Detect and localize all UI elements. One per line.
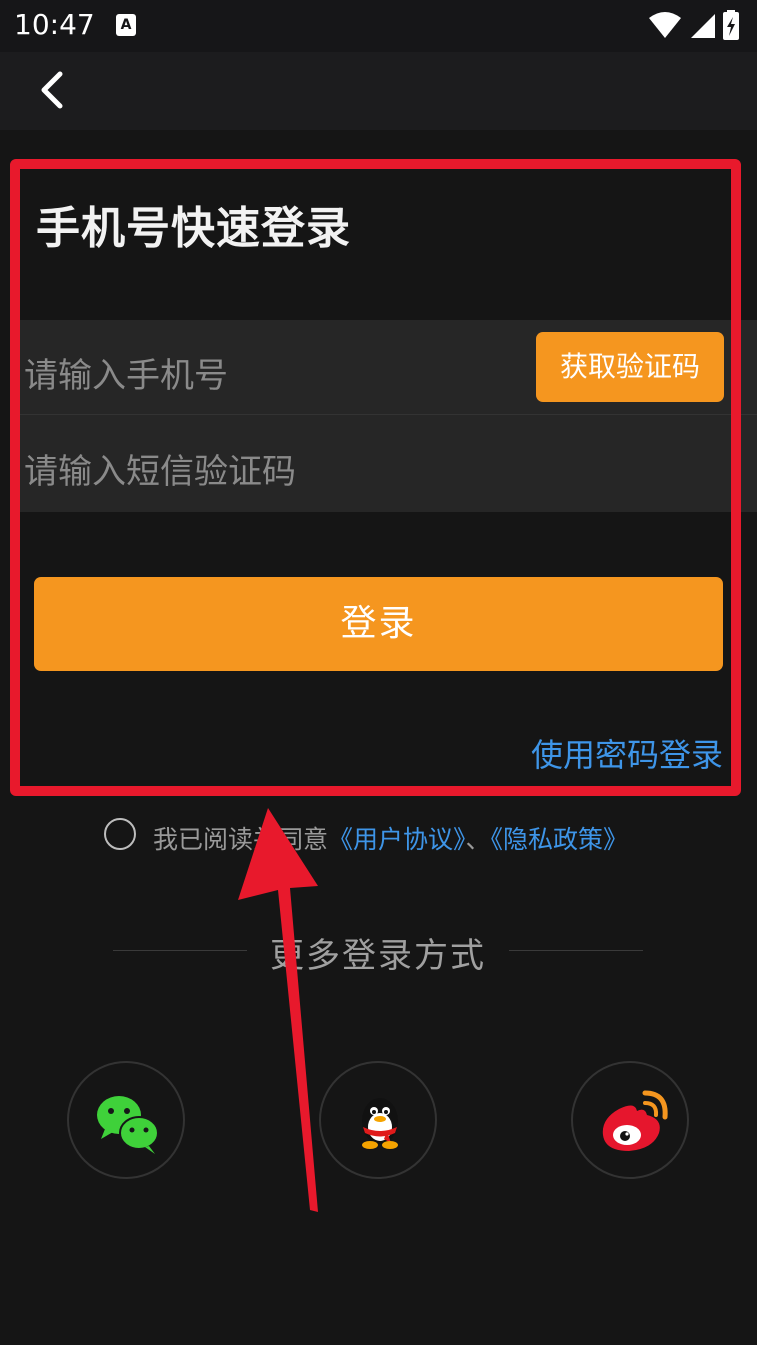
phone-placeholder: 请输入手机号: [24, 356, 228, 396]
qq-login-button[interactable]: [319, 1061, 437, 1179]
agreement-text: 我已阅读并同意《用户协议》、《隐私政策》: [153, 820, 628, 856]
status-icons: [647, 10, 747, 46]
more-login-divider: 更多登录方式: [113, 928, 643, 976]
chevron-left-icon: [41, 71, 63, 109]
wechat-icon: [97, 1096, 159, 1154]
qq-icon: [362, 1098, 398, 1149]
agreement-prefix: 我已阅读并同意: [153, 825, 329, 854]
user-agreement-link[interactable]: 《用户协议》: [328, 825, 466, 854]
status-time: 10:47: [14, 8, 95, 41]
wechat-login-button[interactable]: [67, 1061, 185, 1179]
wifi-icon: [649, 12, 681, 38]
sms-code-input[interactable]: 请输入短信验证码: [20, 416, 757, 512]
page-title: 手机号快速登录: [36, 203, 351, 254]
toolbar: [0, 52, 757, 130]
phone-input[interactable]: 请输入手机号 获取验证码: [20, 320, 757, 415]
divider-line-right: [509, 950, 643, 951]
more-login-label: 更多登录方式: [270, 936, 486, 976]
battery-icon: [723, 10, 739, 40]
weibo-icon: [602, 1090, 668, 1151]
privacy-policy-link[interactable]: 《隐私政策》: [491, 825, 629, 854]
back-button[interactable]: [28, 64, 82, 118]
status-bar: 10:47 A: [0, 0, 757, 52]
get-code-button[interactable]: 获取验证码: [536, 332, 724, 402]
password-login-link[interactable]: 使用密码登录: [531, 730, 723, 776]
agreement-separator: 、: [465, 825, 491, 854]
agreement-radio[interactable]: [104, 818, 136, 850]
signal-icon: [691, 14, 715, 38]
sms-code-placeholder: 请输入短信验证码: [24, 452, 296, 492]
login-form: 请输入手机号 获取验证码 请输入短信验证码: [20, 320, 757, 512]
login-button[interactable]: 登录: [34, 577, 723, 671]
notification-icon: A: [116, 14, 136, 36]
weibo-login-button[interactable]: [571, 1061, 689, 1179]
